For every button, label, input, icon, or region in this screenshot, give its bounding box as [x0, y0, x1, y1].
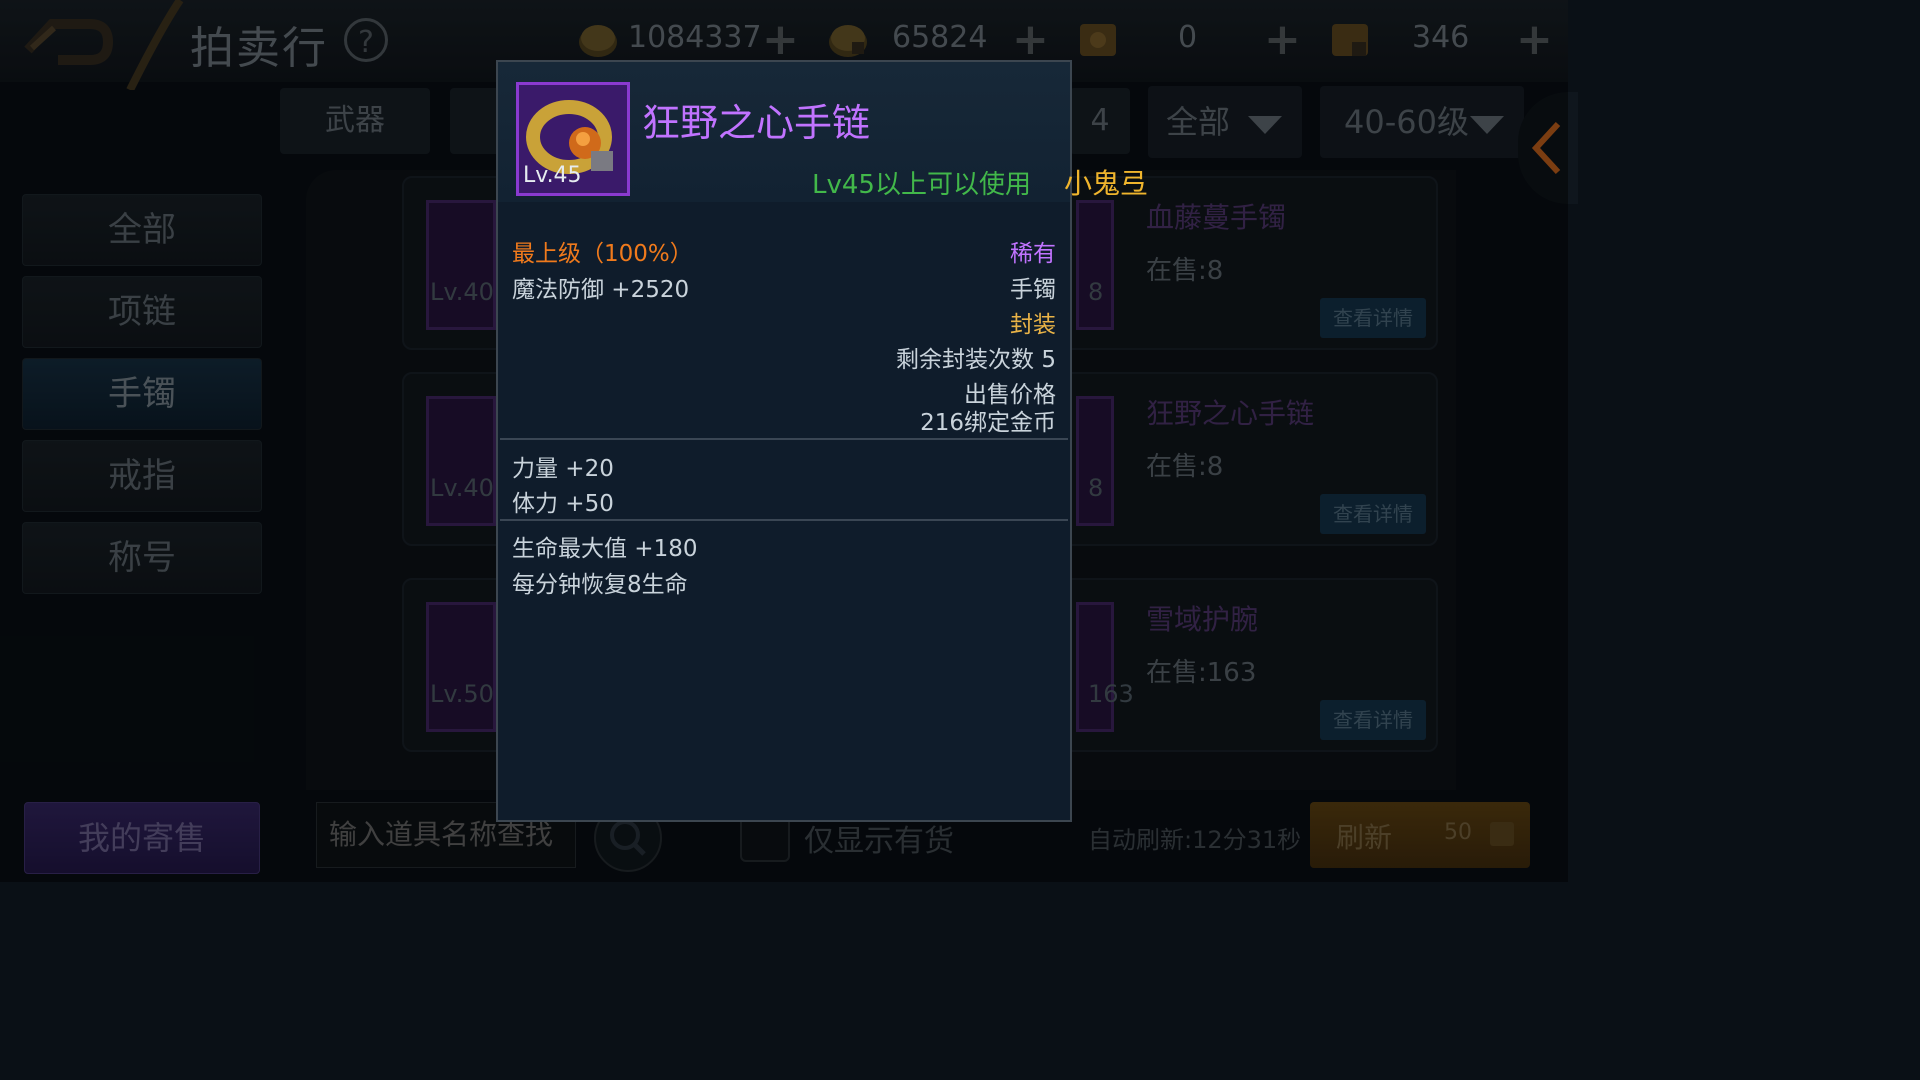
item-rarity: 稀有 [1010, 241, 1056, 267]
stat-max-hp: 生命最大值 +180 [512, 536, 698, 562]
tab-weapon[interactable]: 武器 [280, 88, 430, 154]
item-count: 8 [1088, 474, 1104, 502]
main-stat: 魔法防御 +2520 [512, 277, 690, 303]
help-icon[interactable]: ? [344, 18, 388, 62]
item-grade: 最上级（100%） [512, 241, 693, 267]
refresh-cost: 50 [1444, 820, 1472, 845]
level-dropdown-value: 40-60级 [1344, 103, 1469, 141]
item-level: Lv.50 [430, 680, 494, 708]
view-details-button[interactable]: 查看详情 [1320, 700, 1426, 740]
add-locked-ticket-button[interactable]: + [1516, 14, 1553, 65]
item-icon [426, 200, 496, 330]
item-level: Lv.40 [430, 278, 494, 306]
gold-coin-icon [579, 25, 617, 57]
bracelet-item-icon: Lv.45 [516, 82, 630, 196]
item-stock: 在售:8 [1146, 256, 1224, 286]
ticket-icon [1080, 24, 1116, 56]
refresh-label: 刷新 [1336, 821, 1393, 854]
tooltip-item-name: 狂野之心手链 [642, 101, 871, 145]
item-icon-right [1076, 602, 1114, 732]
item-type: 手镯 [1010, 277, 1056, 303]
gold-value: 1084337 [628, 20, 762, 55]
item-icon-right [1076, 200, 1114, 330]
item-stock: 在售:8 [1146, 452, 1224, 482]
category-necklace[interactable]: 项链 [22, 276, 262, 348]
item-icon [426, 396, 496, 526]
item-name: 狂野之心手链 [1146, 397, 1315, 430]
my-sales-button[interactable]: 我的寄售 [24, 802, 260, 874]
side-panel-toggle[interactable] [1518, 92, 1578, 204]
seal-remaining: 剩余封装次数 5 [896, 347, 1056, 373]
view-details-button[interactable]: 查看详情 [1320, 298, 1426, 338]
sell-price: 216绑定金币 [920, 410, 1056, 436]
tab-partial-right[interactable]: 4 [1070, 88, 1130, 154]
item-icon [426, 602, 496, 732]
item-stock: 在售:163 [1146, 658, 1257, 688]
stat-strength: 力量 +20 [512, 456, 614, 482]
category-all[interactable]: 全部 [22, 194, 262, 266]
add-ticket-button[interactable]: + [1264, 14, 1301, 65]
locked-ticket-icon [1332, 24, 1368, 56]
bound-coin-icon [829, 25, 867, 57]
add-gold-button[interactable]: + [762, 14, 799, 65]
view-details-button[interactable]: 查看详情 [1320, 494, 1426, 534]
quality-dropdown[interactable]: 全部 [1148, 86, 1302, 158]
locked-ticket-value: 346 [1412, 20, 1470, 55]
tooltip-item-level: Lv.45 [523, 163, 582, 188]
add-bound-coin-button[interactable]: + [1012, 14, 1049, 65]
sealed-status: 封装 [1010, 312, 1056, 338]
category-title[interactable]: 称号 [22, 522, 262, 594]
level-requirement: Lv45以上可以使用 [812, 170, 1031, 200]
back-arrow-icon[interactable] [20, 10, 116, 70]
in-stock-label: 仅显示有货 [804, 824, 954, 859]
item-icon-right [1076, 396, 1114, 526]
divider [500, 438, 1068, 440]
seller-name: 小鬼弖 [1064, 167, 1149, 200]
stat-stamina: 体力 +50 [512, 491, 614, 517]
currency-locked-ticket: 346 + [1328, 14, 1558, 68]
chevron-left-icon [1531, 121, 1561, 175]
currency-ticket: 0 + [1076, 14, 1301, 68]
divider [500, 519, 1068, 521]
bound-coin-value: 65824 [892, 20, 988, 55]
chevron-down-icon [1470, 116, 1504, 134]
item-count: 8 [1088, 278, 1104, 306]
category-ring[interactable]: 戒指 [22, 440, 262, 512]
item-count: 163 [1088, 680, 1134, 708]
stat-hp-regen: 每分钟恢复8生命 [512, 572, 688, 598]
item-name: 雪域护腕 [1146, 603, 1259, 636]
category-bracelet[interactable]: 手镯 [22, 358, 262, 430]
quality-dropdown-value: 全部 [1166, 103, 1231, 141]
page-title: 拍卖行 [190, 23, 328, 74]
item-tooltip: Lv.45 狂野之心手链 Lv45以上可以使用 小鬼弖 最上级（100%） 稀有… [496, 60, 1148, 822]
refresh-button[interactable]: 刷新 50 [1310, 802, 1530, 868]
item-name: 血藤蔓手镯 [1146, 201, 1287, 234]
chevron-down-icon [1248, 116, 1282, 134]
item-level: Lv.40 [430, 474, 494, 502]
locked-ticket-icon [1490, 822, 1514, 846]
tooltip-header: Lv.45 狂野之心手链 Lv45以上可以使用 小鬼弖 [498, 62, 1148, 202]
header-divider-icon [126, 0, 184, 90]
auto-refresh-timer: 自动刷新:12分31秒 [1088, 826, 1302, 854]
ticket-value: 0 [1178, 20, 1198, 55]
level-dropdown[interactable]: 40-60级 [1320, 86, 1524, 158]
